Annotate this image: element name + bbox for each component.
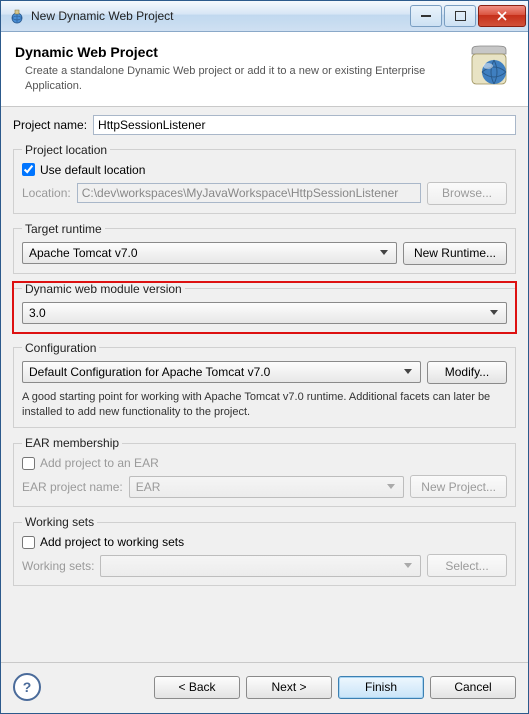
location-label: Location: (22, 186, 71, 200)
web-module-version-combo[interactable]: 3.0 (22, 302, 507, 324)
configuration-combo[interactable]: Default Configuration for Apache Tomcat … (22, 361, 421, 383)
working-sets-group: Working sets Add project to working sets… (13, 515, 516, 586)
configuration-group: Configuration Default Configuration for … (13, 341, 516, 429)
ear-project-name-combo: EAR (129, 476, 405, 498)
ear-project-name-value: EAR (136, 480, 161, 494)
target-runtime-value: Apache Tomcat v7.0 (29, 246, 138, 260)
titlebar: New Dynamic Web Project (1, 1, 528, 32)
wizard-footer: ? < Back Next > Finish Cancel (1, 662, 528, 713)
add-to-ear-label: Add project to an EAR (40, 456, 159, 470)
working-sets-legend: Working sets (22, 515, 97, 529)
wizard-header: Dynamic Web Project Create a standalone … (1, 32, 528, 107)
modify-button[interactable]: Modify... (427, 361, 507, 384)
new-runtime-button[interactable]: New Runtime... (403, 242, 507, 265)
chevron-down-icon (486, 310, 502, 316)
target-runtime-combo[interactable]: Apache Tomcat v7.0 (22, 242, 397, 264)
ear-project-name-label: EAR project name: (22, 480, 123, 494)
new-project-button: New Project... (410, 475, 507, 498)
add-to-working-sets-checkbox[interactable] (22, 536, 35, 549)
use-default-location-checkbox[interactable] (22, 163, 35, 176)
target-runtime-group: Target runtime Apache Tomcat v7.0 New Ru… (13, 222, 516, 274)
configuration-legend: Configuration (22, 341, 99, 355)
cancel-button[interactable]: Cancel (430, 676, 516, 699)
chevron-down-icon (400, 369, 416, 375)
project-name-row: Project name: (13, 115, 516, 135)
page-title: Dynamic Web Project (15, 44, 458, 60)
web-module-version-value: 3.0 (29, 306, 46, 320)
ear-membership-group: EAR membership Add project to an EAR EAR… (13, 436, 516, 507)
finish-button[interactable]: Finish (338, 676, 424, 699)
help-icon[interactable]: ? (13, 673, 41, 701)
add-to-working-sets-label: Add project to working sets (40, 535, 184, 549)
select-working-sets-button: Select... (427, 554, 507, 577)
wizard-banner-icon (466, 44, 514, 92)
configuration-description: A good starting point for working with A… (22, 390, 507, 420)
working-sets-label: Working sets: (22, 559, 94, 573)
add-to-ear-checkbox[interactable] (22, 457, 35, 470)
page-description: Create a standalone Dynamic Web project … (15, 64, 458, 94)
browse-button: Browse... (427, 182, 507, 205)
target-runtime-legend: Target runtime (22, 222, 105, 236)
window-title: New Dynamic Web Project (31, 9, 408, 23)
project-location-legend: Project location (22, 143, 110, 157)
location-input (77, 183, 421, 203)
minimize-button[interactable] (410, 5, 442, 27)
next-button[interactable]: Next > (246, 676, 332, 699)
project-name-label: Project name: (13, 118, 87, 132)
chevron-down-icon (376, 250, 392, 256)
window-controls (408, 5, 526, 27)
web-module-version-group: Dynamic web module version 3.0 (13, 282, 516, 333)
web-module-version-legend: Dynamic web module version (22, 282, 185, 296)
use-default-location-label: Use default location (40, 163, 145, 177)
configuration-value: Default Configuration for Apache Tomcat … (29, 365, 270, 379)
chevron-down-icon (383, 484, 399, 490)
back-button[interactable]: < Back (154, 676, 240, 699)
project-name-input[interactable] (93, 115, 516, 135)
wizard-body: Project name: Project location Use defau… (1, 107, 528, 662)
chevron-down-icon (400, 563, 416, 569)
close-button[interactable] (478, 5, 526, 27)
project-location-group: Project location Use default location Lo… (13, 143, 516, 214)
app-icon (9, 8, 25, 24)
ear-membership-legend: EAR membership (22, 436, 122, 450)
maximize-button[interactable] (444, 5, 476, 27)
dialog-window: New Dynamic Web Project Dynamic Web Proj… (0, 0, 529, 714)
working-sets-combo (100, 555, 421, 577)
